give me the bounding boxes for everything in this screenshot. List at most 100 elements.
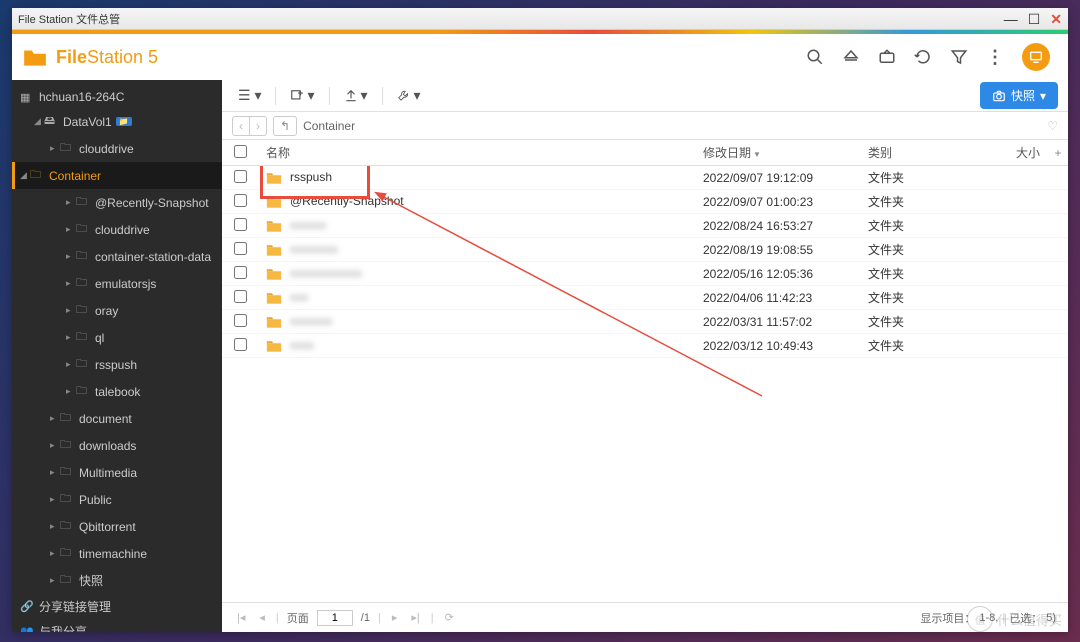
upload-button[interactable]: ▾: [338, 83, 374, 108]
sidebar-volume[interactable]: ◢🖴DataVol1📁: [12, 108, 222, 135]
row-type: 文件夹: [868, 241, 998, 258]
sidebar-item[interactable]: ▸🗀快照: [12, 567, 222, 594]
row-name: xxxxxx: [290, 218, 326, 232]
row-date: 2022/08/19 19:08:55: [703, 243, 868, 257]
search-icon[interactable]: [806, 48, 824, 66]
select-all-checkbox[interactable]: [234, 145, 247, 158]
page-next-button[interactable]: ▸: [389, 611, 401, 624]
sidebar-item[interactable]: ▸🗀oray: [12, 297, 222, 324]
row-checkbox[interactable]: [234, 290, 247, 303]
row-type: 文件夹: [868, 289, 998, 306]
filter-icon[interactable]: [950, 48, 968, 66]
sidebar-item[interactable]: ▸🗀@Recently-Snapshot: [12, 189, 222, 216]
favorite-icon[interactable]: ♡: [1047, 119, 1058, 133]
sidebar-item[interactable]: ▸🗀timemachine: [12, 540, 222, 567]
window-close-button[interactable]: ✕: [1050, 12, 1062, 26]
view-mode-button[interactable]: ☰ ▾: [232, 83, 267, 108]
column-date[interactable]: 修改日期▼: [703, 144, 868, 161]
nav-forward-button[interactable]: ›: [250, 117, 266, 135]
column-add-button[interactable]: +: [1048, 146, 1068, 160]
folder-icon: [22, 46, 48, 68]
table-row[interactable]: @Recently-Snapshot2022/09/07 01:00:23文件夹: [222, 190, 1068, 214]
row-date: 2022/04/06 11:42:23: [703, 291, 868, 305]
column-name[interactable]: 名称: [258, 144, 703, 161]
breadcrumb-path[interactable]: Container: [303, 119, 355, 133]
window-minimize-button[interactable]: —: [1004, 12, 1018, 26]
sidebar-item[interactable]: ▸🗀Public: [12, 486, 222, 513]
row-name: xxx: [290, 290, 308, 304]
row-checkbox[interactable]: [234, 314, 247, 327]
row-checkbox[interactable]: [234, 170, 247, 183]
breadcrumb-bar: ‹› ↰ Container ♡: [222, 112, 1068, 140]
status-sel-label: 已选：: [1009, 610, 1042, 626]
share-icon[interactable]: [878, 48, 896, 66]
table-row[interactable]: xxxxxxxx2022/08/19 19:08:55文件夹: [222, 238, 1068, 262]
row-type: 文件夹: [868, 265, 998, 282]
row-name: rsspush: [290, 170, 332, 184]
page-input[interactable]: [317, 610, 353, 626]
table-row[interactable]: xxxxxx 2022/08/24 16:53:27文件夹: [222, 214, 1068, 238]
page-refresh-button[interactable]: ⟳: [442, 611, 457, 624]
sidebar-item[interactable]: ▸🗀clouddrive: [12, 135, 222, 162]
nav-up-button[interactable]: ↰: [273, 116, 297, 136]
toolbar: ☰ ▾ ▾ ▾ ▾ 快照 ▾: [222, 80, 1068, 112]
table-row[interactable]: xxx 2022/04/06 11:42:23文件夹: [222, 286, 1068, 310]
sidebar-item[interactable]: ▸🗀downloads: [12, 432, 222, 459]
sidebar-item[interactable]: ▸🗀Qbittorrent: [12, 513, 222, 540]
sidebar: ▦hchuan16-264C ◢🖴DataVol1📁 ▸🗀clouddrive …: [12, 80, 222, 632]
sidebar-item[interactable]: ▸🗀container-station-data: [12, 243, 222, 270]
sidebar-item[interactable]: ▸🗀clouddrive: [12, 216, 222, 243]
page-label: 页面: [287, 610, 309, 626]
tools-button[interactable]: ▾: [391, 83, 427, 108]
column-size[interactable]: 大小: [998, 144, 1048, 161]
row-name: @Recently-Snapshot: [290, 194, 404, 208]
create-button[interactable]: ▾: [284, 83, 320, 108]
snapshot-button[interactable]: 快照 ▾: [980, 82, 1058, 109]
row-name: xxxx: [290, 338, 314, 352]
remote-icon[interactable]: [1022, 43, 1050, 71]
sidebar-item[interactable]: ▸🗀rsspush: [12, 351, 222, 378]
row-date: 2022/05/16 12:05:36: [703, 267, 868, 281]
sidebar-bottom-item[interactable]: 👥与我分享: [12, 619, 222, 632]
footer: |◂ ◂ | 页面 /1 | ▸ ▸| | ⟳ 显示项目： 1-8, | 已选：…: [222, 602, 1068, 632]
table-body: rsspush2022/09/07 19:12:09文件夹@Recently-S…: [222, 166, 1068, 602]
sidebar-root[interactable]: ▦hchuan16-264C: [12, 86, 222, 108]
row-checkbox[interactable]: [234, 218, 247, 231]
row-type: 文件夹: [868, 193, 998, 210]
table-row[interactable]: xxxx2022/03/12 10:49:43文件夹: [222, 334, 1068, 358]
page-last-button[interactable]: ▸|: [408, 611, 422, 624]
row-checkbox[interactable]: [234, 266, 247, 279]
nav-back-button[interactable]: ‹: [233, 117, 250, 135]
row-date: 2022/03/31 11:57:02: [703, 315, 868, 329]
sidebar-bottom-item[interactable]: 🔗分享链接管理: [12, 594, 222, 619]
row-date: 2022/08/24 16:53:27: [703, 219, 868, 233]
row-checkbox[interactable]: [234, 338, 247, 351]
sidebar-item[interactable]: ▸🗀emulatorsjs: [12, 270, 222, 297]
page-first-button[interactable]: |◂: [234, 611, 248, 624]
main-panel: ☰ ▾ ▾ ▾ ▾ 快照 ▾ ‹› ↰ Container ♡ 名称 修改日期▼…: [222, 80, 1068, 632]
window-maximize-button[interactable]: ☐: [1028, 12, 1041, 26]
table-row[interactable]: rsspush2022/09/07 19:12:09文件夹: [222, 166, 1068, 190]
table-row[interactable]: xxxxxxxxxxxx2022/05/16 12:05:36文件夹: [222, 262, 1068, 286]
sidebar-item[interactable]: ▸🗀document: [12, 405, 222, 432]
row-name: xxxxxxx: [290, 314, 332, 328]
table-row[interactable]: xxxxxxx 2022/03/31 11:57:02文件夹: [222, 310, 1068, 334]
app-name: FileStation 5: [56, 47, 158, 68]
table-header: 名称 修改日期▼ 类别 大小 +: [222, 140, 1068, 166]
status-range: 1-8,: [979, 612, 998, 624]
eject-icon[interactable]: [842, 48, 860, 66]
status-sel: 5): [1046, 612, 1056, 624]
sidebar-item-container[interactable]: ◢🗀Container: [12, 162, 222, 189]
refresh-icon[interactable]: [914, 48, 932, 66]
row-type: 文件夹: [868, 217, 998, 234]
sidebar-item[interactable]: ▸🗀ql: [12, 324, 222, 351]
row-checkbox[interactable]: [234, 242, 247, 255]
sidebar-item[interactable]: ▸🗀talebook: [12, 378, 222, 405]
app-logo: FileStation 5: [22, 46, 158, 68]
row-type: 文件夹: [868, 313, 998, 330]
row-checkbox[interactable]: [234, 194, 247, 207]
page-prev-button[interactable]: ◂: [256, 611, 268, 624]
more-icon[interactable]: ⋮: [986, 47, 1004, 68]
column-type[interactable]: 类别: [868, 144, 998, 161]
sidebar-item[interactable]: ▸🗀Multimedia: [12, 459, 222, 486]
